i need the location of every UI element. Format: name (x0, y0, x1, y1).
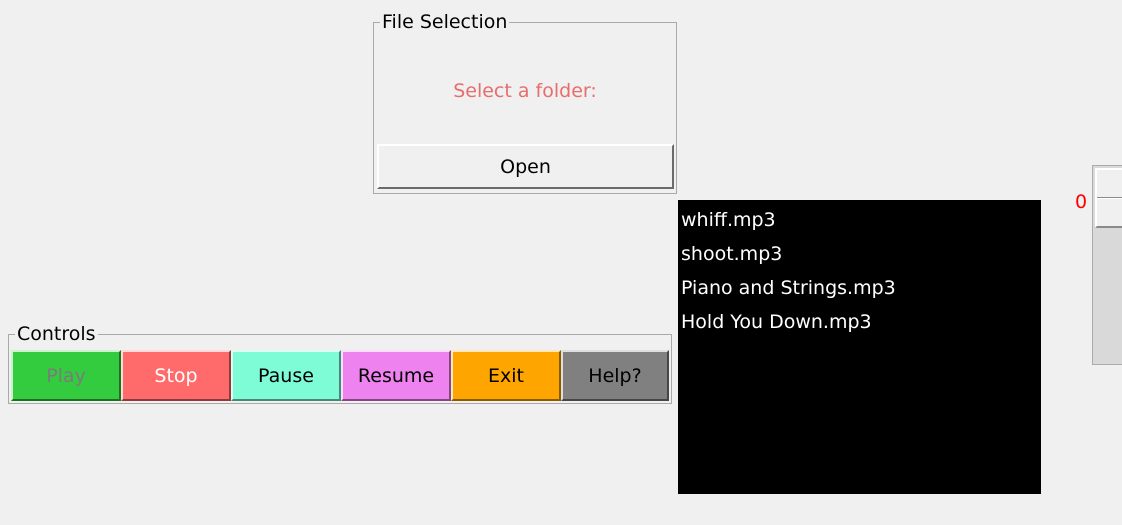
volume-value: 0 (1075, 191, 1088, 213)
open-button[interactable]: Open (377, 144, 674, 189)
file-selection-label: File Selection (380, 10, 510, 34)
playlist-item[interactable]: Piano and Strings.mp3 (678, 272, 1041, 306)
stop-button[interactable]: Stop (121, 350, 231, 401)
volume-slider-thumb[interactable] (1095, 168, 1122, 228)
exit-button[interactable]: Exit (451, 350, 561, 401)
resume-button[interactable]: Resume (341, 350, 451, 401)
select-folder-prompt: Select a folder: (453, 80, 597, 102)
playlist-item[interactable]: shoot.mp3 (678, 238, 1041, 272)
playlist-item[interactable]: whiff.mp3 (678, 204, 1041, 238)
playlist-listbox[interactable]: whiff.mp3 shoot.mp3 Piano and Strings.mp… (678, 200, 1041, 494)
file-selection-group: File Selection Select a folder: Open (373, 10, 677, 194)
play-button[interactable]: Play (11, 350, 121, 401)
slider-grip-line (1097, 197, 1122, 199)
controls-label: Controls (15, 322, 98, 346)
pause-button[interactable]: Pause (231, 350, 341, 401)
playlist-item[interactable]: Hold You Down.mp3 (678, 306, 1041, 340)
help-button[interactable]: Help? (561, 350, 669, 401)
controls-group: Controls Play Stop Pause Resume Exit Hel… (8, 322, 672, 404)
